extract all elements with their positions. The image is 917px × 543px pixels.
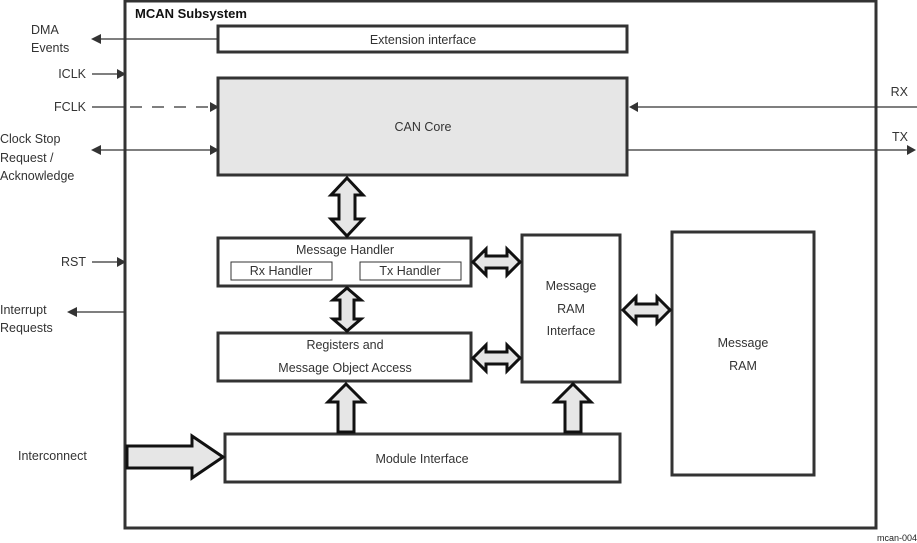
rx-handler-label: Rx Handler (250, 264, 313, 278)
tx-label: TX (892, 130, 909, 144)
figure-id: mcan-004 (877, 533, 917, 543)
registers-label-line1: Registers and (306, 338, 383, 352)
fclk-label: FCLK (54, 100, 87, 114)
dma-events-arrowhead (91, 34, 101, 44)
dma-label-line1: DMA (31, 23, 59, 37)
iclk-label: ICLK (58, 67, 86, 81)
can-core-block: CAN Core (216, 76, 629, 177)
subsystem-title: MCAN Subsystem (135, 6, 247, 21)
registers-block: Registers and Message Object Access (216, 331, 473, 383)
interrupt-label-line1: Interrupt (0, 303, 47, 317)
msg-ram-if-line3: Interface (547, 324, 596, 338)
tx-handler-label: Tx Handler (379, 264, 440, 278)
message-handler-block: Message Handler Rx Handler Tx Handler (216, 236, 473, 288)
msg-ram-if-line2: RAM (557, 302, 585, 316)
message-ram-block: Message RAM (670, 230, 816, 477)
rx-label: RX (891, 85, 909, 99)
clock-stop-label-line3: Acknowledge (0, 169, 74, 183)
msg-ram-if-line1: Message (546, 279, 597, 293)
dma-label-line2: Events (31, 41, 69, 55)
clock-stop-label-line1: Clock Stop (0, 132, 60, 146)
interrupt-label-line2: Requests (0, 321, 53, 335)
extension-interface-label: Extension interface (370, 33, 476, 47)
message-ram-interface-block: Message RAM Interface (520, 233, 622, 384)
interrupt-arrowhead (67, 307, 77, 317)
rst-label: RST (61, 255, 86, 269)
module-interface-label: Module Interface (375, 452, 468, 466)
tx-arrowhead (907, 145, 916, 155)
message-handler-label: Message Handler (296, 243, 394, 257)
msg-ram-line1: Message (718, 336, 769, 350)
interconnect-label: Interconnect (18, 449, 87, 463)
clock-stop-label-line2: Request / (0, 151, 54, 165)
registers-label-line2: Message Object Access (278, 361, 411, 375)
module-interface-block: Module Interface (223, 432, 622, 484)
can-core-label: CAN Core (395, 120, 452, 134)
msg-ram-line2: RAM (729, 359, 757, 373)
clock-stop-arrowhead-left (91, 145, 101, 155)
extension-interface-block: Extension interface (216, 24, 629, 54)
mcan-block-diagram: MCAN Subsystem Extension interface CAN C… (0, 0, 917, 543)
